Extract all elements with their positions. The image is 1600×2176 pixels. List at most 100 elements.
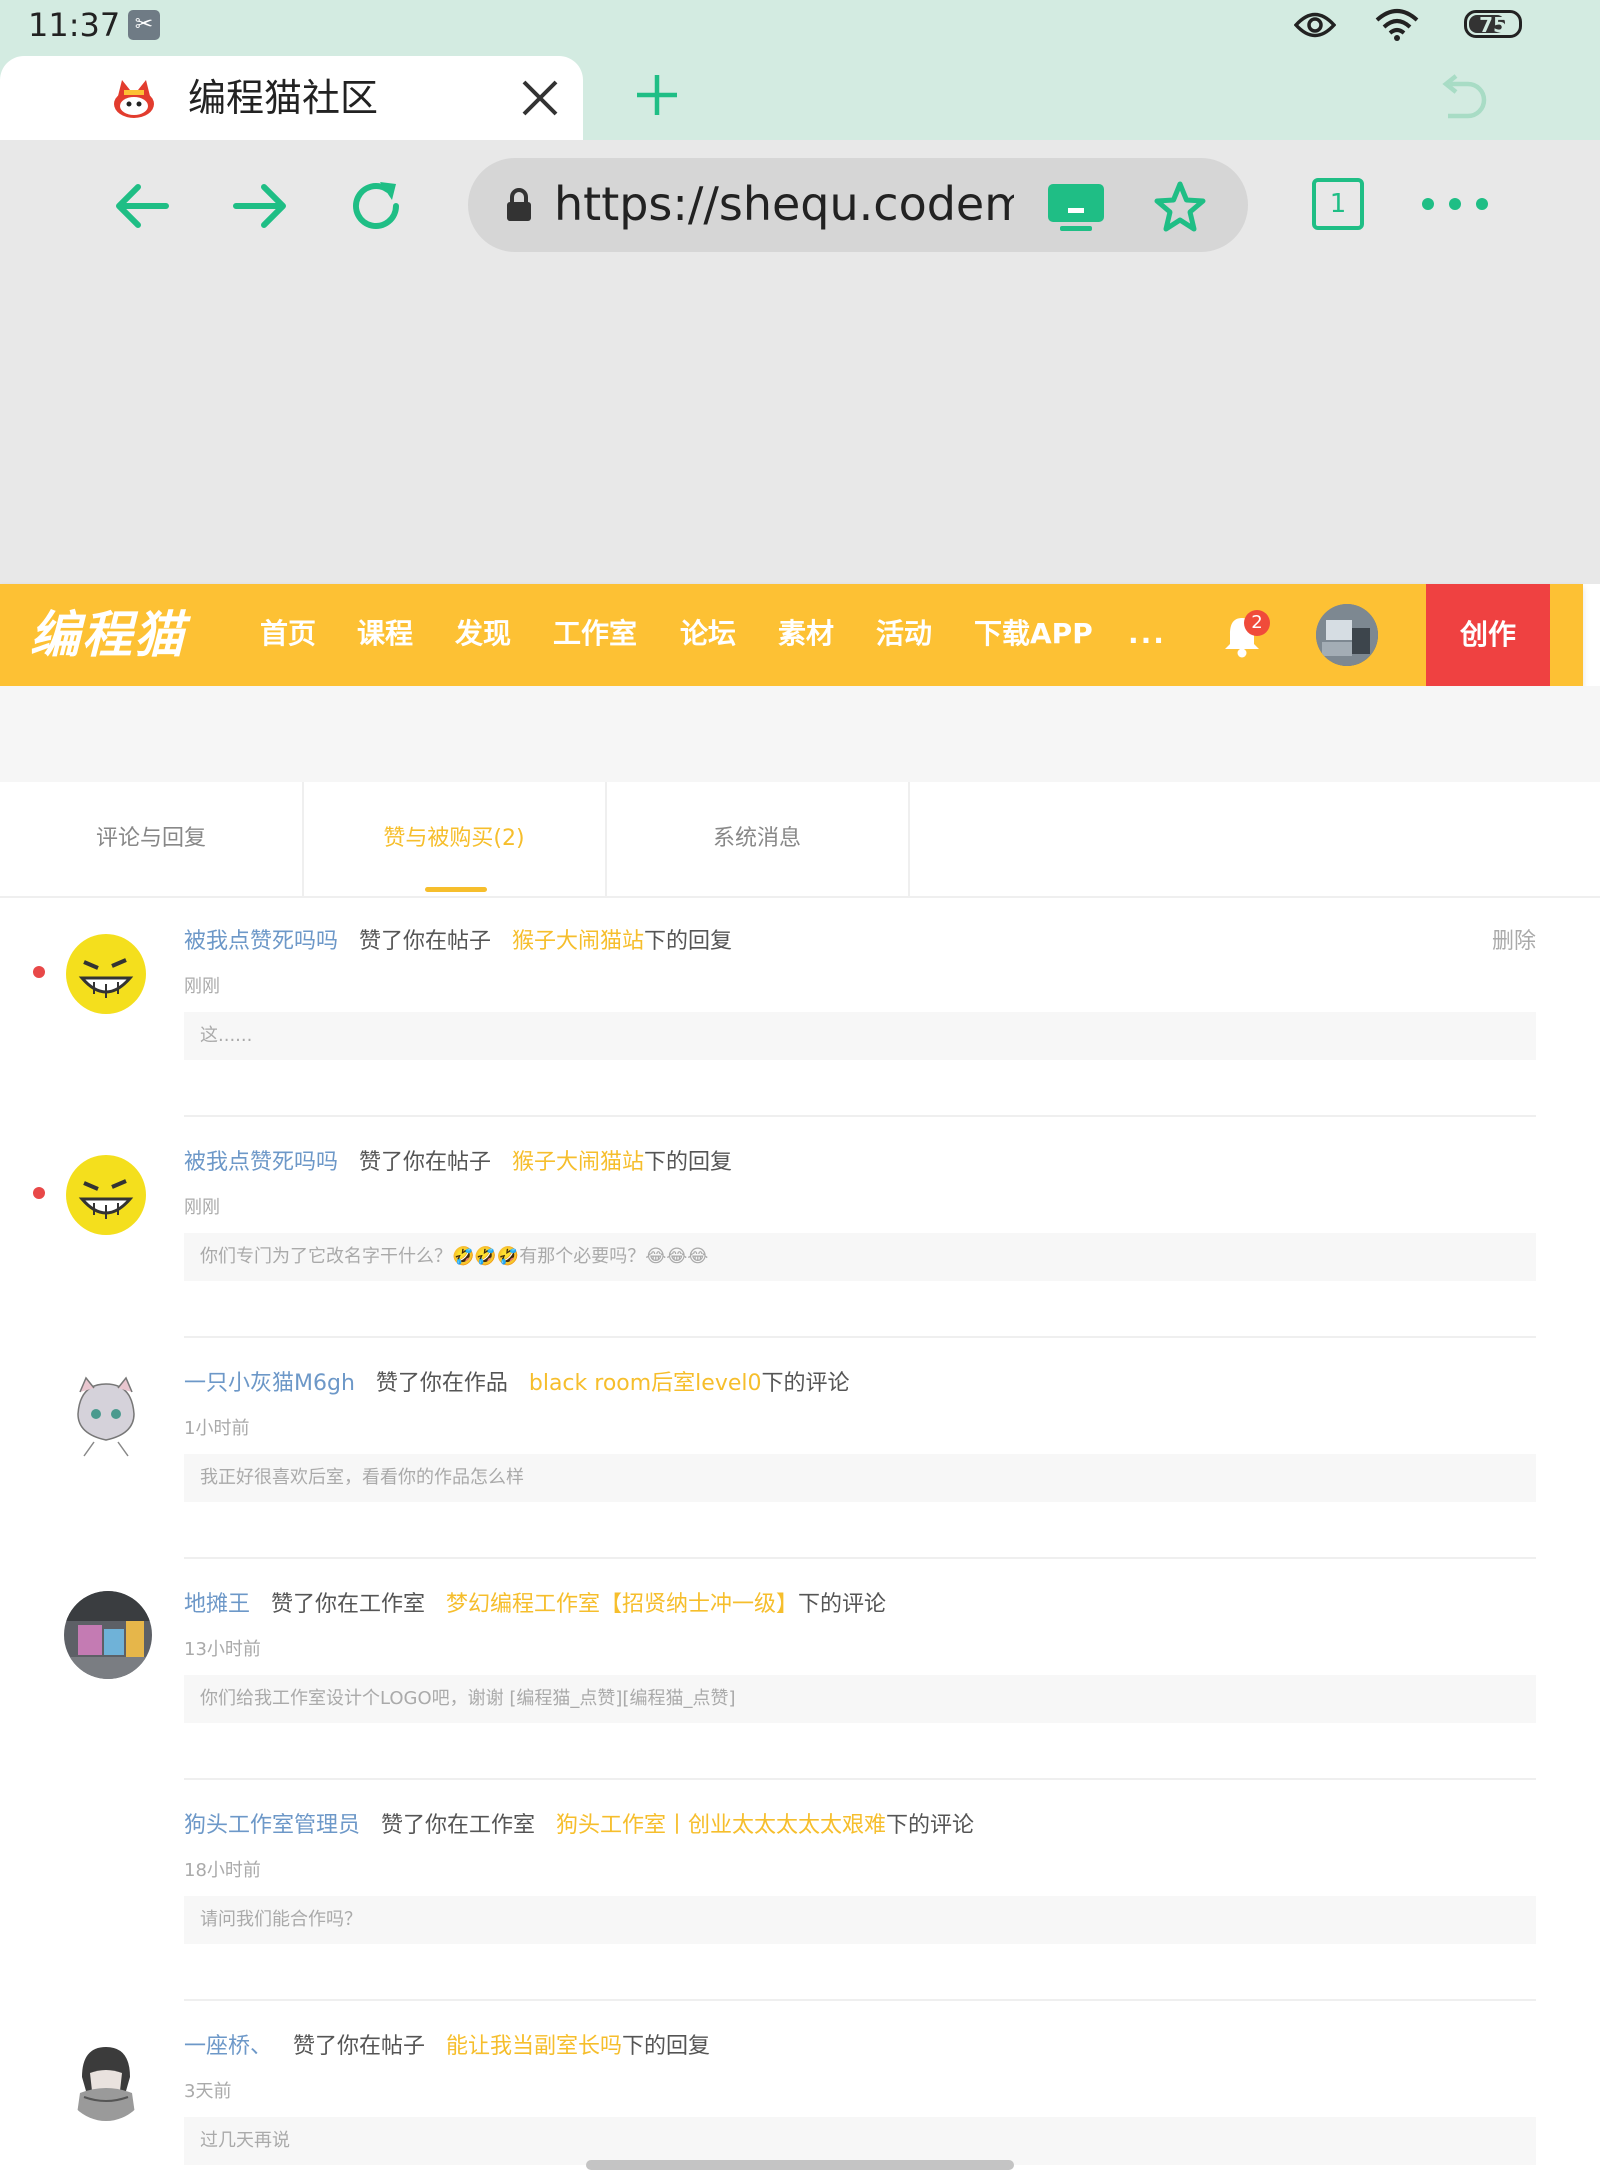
liker-username[interactable]: 一座桥、 (184, 2034, 272, 2059)
bookmark-star-icon[interactable] (1152, 180, 1208, 234)
wifi-icon (1375, 9, 1419, 41)
liker-username[interactable]: 地摊王 (184, 1592, 250, 1617)
unread-dot (33, 966, 45, 978)
message-suffix: 下的回复 (644, 1150, 733, 1175)
anime-cat-girl-avatar-icon (64, 1374, 148, 1458)
liker-username[interactable]: 狗头工作室管理员 (184, 1813, 360, 1838)
avatar[interactable] (64, 1374, 148, 1458)
nav-item-discover[interactable]: 发现 (455, 614, 511, 654)
message-target-link[interactable]: 狗头工作室丨创业太太太太太艰难 (556, 1813, 886, 1838)
message-text: 一座桥、 赞了你在帖子 能让我当副室长吗下的回复 (184, 2031, 710, 2063)
photo-avatar-icon (64, 1591, 152, 1679)
tab-label: 系统消息 (712, 826, 801, 851)
message-tabs: 评论与回复 赞与被购买(2) 系统消息 (0, 782, 1600, 898)
message-time: 3天前 (184, 2081, 232, 2102)
message-text: 地摊王 赞了你在工作室 梦幻编程工作室【招贤纳士冲一级】下的评论 (184, 1589, 886, 1621)
url-text[interactable]: https://shequ.codem... (554, 174, 1014, 234)
nav-item-courses[interactable]: 课程 (357, 614, 413, 654)
message-action: 赞了你在帖子 (359, 929, 492, 954)
user-avatar-image (1316, 604, 1378, 666)
message-action: 赞了你在作品 (375, 1371, 508, 1396)
site-logo[interactable]: 编程猫 (30, 606, 186, 664)
delete-button[interactable]: 删除 (1492, 926, 1536, 958)
anime-boy-avatar-icon (64, 2037, 148, 2121)
user-avatar[interactable] (1316, 604, 1378, 666)
message-target-link[interactable]: black room后室level0 (529, 1371, 762, 1396)
address-bar[interactable]: https://shequ.codem... (468, 158, 1248, 252)
message-suffix: 下的评论 (761, 1371, 850, 1396)
eye-icon (1294, 12, 1336, 38)
liker-username[interactable]: 被我点赞死吗吗 (184, 1150, 338, 1175)
message-text: 被我点赞死吗吗 赞了你在帖子 猴子大闹猫站下的回复 (184, 926, 732, 958)
codemao-favicon-icon (114, 80, 154, 118)
nav-item-activities[interactable]: 活动 (876, 614, 932, 654)
nav-item-home[interactable]: 首页 (260, 614, 316, 654)
nav-item-materials[interactable]: 素材 (778, 614, 834, 654)
message-suffix: 下的回复 (622, 2034, 711, 2059)
active-tab-underline (425, 887, 487, 892)
site-navbar: 编程猫 首页 课程 发现 工作室 论坛 素材 活动 下载APP ··· 2 创作 (0, 584, 1583, 686)
avatar[interactable] (64, 1153, 148, 1237)
scissors-icon: ✂ (128, 10, 160, 40)
tab-comments-replies[interactable]: 评论与回复 (0, 782, 304, 896)
battery-icon: 75 (1464, 10, 1522, 38)
message-time: 13小时前 (184, 1639, 261, 1660)
message-time: 18小时前 (184, 1860, 261, 1881)
liker-username[interactable]: 一只小灰猫M6gh (184, 1371, 355, 1396)
message-time: 刚刚 (184, 1197, 220, 1218)
tab-likes-purchases[interactable]: 赞与被购买(2) (303, 782, 607, 896)
message-quote: 你们给我工作室设计个LOGO吧，谢谢 [编程猫_点赞][编程猫_点赞] (184, 1675, 1536, 1723)
message-target-link[interactable]: 梦幻编程工作室【招贤纳士冲一级】 (446, 1592, 798, 1617)
message-time: 刚刚 (184, 976, 220, 997)
home-indicator-bar[interactable] (586, 2160, 1014, 2170)
message-target-link[interactable]: 能让我当副室长吗 (446, 2034, 622, 2059)
message-action: 赞了你在帖子 (359, 1150, 492, 1175)
avatar[interactable] (64, 932, 148, 1016)
message-time: 1小时前 (184, 1418, 250, 1439)
new-tab-plus-icon[interactable] (634, 72, 680, 118)
message-text: 被我点赞死吗吗 赞了你在帖子 猴子大闹猫站下的回复 (184, 1147, 732, 1179)
nav-item-download-app[interactable]: 下载APP (974, 614, 1093, 654)
message-quote: 我正好很喜欢后室，看看你的作品怎么样 (184, 1454, 1536, 1502)
list-item: 被我点赞死吗吗 赞了你在帖子 猴子大闹猫站下的回复 删除 刚刚 这...... (0, 896, 1600, 1117)
message-quote: 过几天再说 (184, 2117, 1536, 2165)
content-gap (0, 686, 1600, 782)
cast-screen-icon[interactable] (1046, 182, 1106, 232)
avatar[interactable] (64, 2037, 148, 2121)
unread-dot (33, 1187, 45, 1199)
list-item: 一只小灰猫M6gh 赞了你在作品 black room后室level0下的评论 … (0, 1338, 1600, 1559)
nav-more-button[interactable]: ··· (1128, 624, 1166, 657)
tab-label: 赞与被购买(2) (383, 826, 525, 851)
liker-username[interactable]: 被我点赞死吗吗 (184, 929, 338, 954)
undo-icon[interactable] (1436, 74, 1488, 122)
message-text: 狗头工作室管理员 赞了你在工作室 狗头工作室丨创业太太太太太艰难下的评论 (184, 1810, 974, 1842)
grinning-face-avatar-icon (66, 1155, 146, 1235)
grinning-face-avatar-icon (66, 934, 146, 1014)
forward-arrow-icon[interactable] (230, 176, 290, 236)
close-tab-icon[interactable] (520, 78, 560, 118)
screen: 11:37 ✂ 75 编程猫社区 https://shequ.codem 1 编… (0, 0, 1600, 2176)
status-time: 11:37 (28, 6, 121, 44)
nav-item-forum[interactable]: 论坛 (680, 614, 736, 654)
more-menu-icon[interactable] (1420, 196, 1490, 212)
message-target-link[interactable]: 猴子大闹猫站 (512, 1150, 644, 1175)
tab-title: 编程猫社区 (188, 76, 379, 120)
browser-tab[interactable]: 编程猫社区 (0, 56, 583, 140)
browser-toolbar: https://shequ.codem... 1 (0, 140, 1600, 272)
message-action: 赞了你在帖子 (293, 2034, 426, 2059)
message-action: 赞了你在工作室 (271, 1592, 426, 1617)
avatar[interactable] (64, 1591, 152, 1679)
tab-label: 评论与回复 (95, 826, 206, 851)
back-arrow-icon[interactable] (112, 176, 172, 236)
message-suffix: 下的回复 (644, 929, 733, 954)
reload-icon[interactable] (346, 176, 406, 236)
tab-count-button[interactable]: 1 (1312, 178, 1364, 230)
message-suffix: 下的评论 (798, 1592, 887, 1617)
battery-level: 75 (1479, 13, 1507, 37)
message-text: 一只小灰猫M6gh 赞了你在作品 black room后室level0下的评论 (184, 1368, 850, 1400)
tab-system-messages[interactable]: 系统消息 (606, 782, 910, 896)
list-item: 一座桥、 赞了你在帖子 能让我当副室长吗下的回复 3天前 过几天再说 (0, 2001, 1600, 2176)
message-target-link[interactable]: 猴子大闹猫站 (512, 929, 644, 954)
create-button[interactable]: 创作 (1426, 584, 1550, 686)
nav-item-studio[interactable]: 工作室 (553, 614, 637, 654)
